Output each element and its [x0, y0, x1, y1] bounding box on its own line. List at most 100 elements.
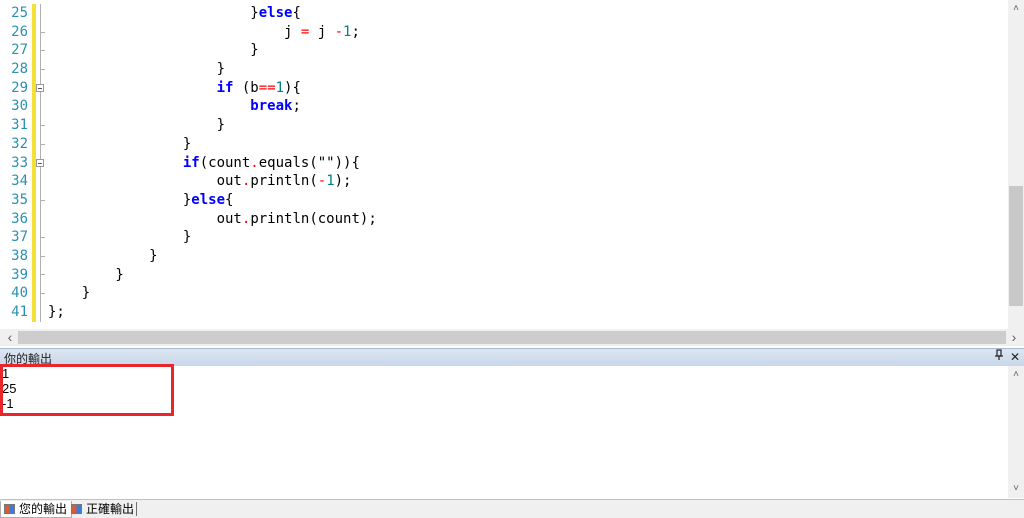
code-line: }: [48, 266, 1008, 285]
code-line: out.println(count);: [48, 210, 1008, 229]
code-line: break;: [48, 97, 1008, 116]
code-line: }: [48, 247, 1008, 266]
tab-correct-output[interactable]: 正確輸出: [68, 501, 138, 517]
line-number: 38: [11, 247, 28, 264]
code-token: break: [250, 98, 293, 115]
code-token: if: [182, 154, 200, 171]
editor-horizontal-scrollbar[interactable]: ‹ ›: [0, 329, 1024, 346]
editor-vertical-scrollbar[interactable]: ˄: [1008, 0, 1024, 329]
code-token: -: [317, 173, 327, 190]
line-number: 41: [11, 304, 28, 320]
code-token: {: [292, 5, 301, 21]
code-editor[interactable]: 25 26 27 28 29 30 31 32 33 34 35 36 37 38 39 40 41 }else…: [0, 0, 1024, 346]
code-line: }: [48, 228, 1008, 247]
fold-toggle-icon[interactable]: [36, 159, 44, 167]
scroll-down-icon[interactable]: ˅: [1008, 482, 1024, 496]
line-number: 33: [11, 154, 28, 171]
code-token: if: [216, 79, 234, 96]
code-token: (b: [233, 79, 259, 96]
code-token: }: [48, 247, 158, 264]
pin-icon[interactable]: [992, 349, 1006, 365]
code-token: .: [250, 154, 259, 171]
code-token: equals("")){: [258, 154, 360, 171]
code-token: out: [48, 210, 242, 227]
code-token: ==: [258, 79, 276, 96]
code-token: ;: [292, 98, 301, 115]
line-number: 27: [11, 42, 28, 59]
line-number: 40: [11, 285, 28, 302]
code-token: }: [48, 42, 259, 59]
output-vertical-scrollbar[interactable]: ˄ ˅: [1008, 366, 1024, 498]
code-token: (count: [199, 154, 251, 171]
line-number: 31: [11, 117, 28, 134]
line-number: 26: [11, 23, 28, 40]
output-highlight-box: [0, 364, 174, 416]
code-token: }: [48, 266, 124, 283]
code-text-area[interactable]: }else{ j = j -1; } } if (b==1){ break; }…: [48, 4, 1008, 322]
tab-separator: [136, 502, 137, 516]
line-number: 35: [11, 191, 28, 208]
code-token: {: [225, 191, 234, 208]
code-token: }: [48, 5, 259, 21]
line-number: 37: [11, 229, 28, 246]
line-number: 36: [11, 210, 28, 227]
line-number: 30: [11, 98, 28, 115]
scroll-right-icon[interactable]: ›: [1006, 330, 1022, 344]
tab-label: 正確輸出: [86, 502, 135, 516]
line-number-gutter: 25 26 27 28 29 30 31 32 33 34 35 36 37 38 39 40 41: [0, 4, 30, 322]
fold-toggle-icon[interactable]: [36, 84, 44, 92]
line-number: 25: [11, 5, 28, 21]
code-token: println(: [250, 173, 318, 190]
code-line: }: [48, 41, 1008, 60]
line-number: 39: [11, 266, 28, 283]
code-token: ;: [351, 23, 360, 40]
tab-your-output[interactable]: 您的輸出: [0, 501, 73, 518]
code-token: }: [48, 229, 192, 246]
code-token: }: [48, 61, 226, 78]
code-token: ){: [284, 79, 301, 96]
code-token: );: [334, 173, 352, 190]
close-icon[interactable]: ✕: [1008, 349, 1022, 365]
line-number: 29: [11, 79, 28, 96]
code-line: }: [48, 135, 1008, 154]
code-token: }: [48, 285, 91, 302]
tab-label: 您的輸出: [19, 502, 68, 516]
code-line: };: [48, 303, 1008, 322]
scroll-thumb[interactable]: [1009, 186, 1023, 306]
output-window-icon: [4, 504, 15, 514]
code-token: -: [334, 23, 344, 40]
output-tab-bar: 您的輸出 正確輸出: [0, 499, 1024, 518]
code-token: else: [258, 5, 293, 21]
fold-margin: [36, 4, 48, 322]
line-number: 28: [11, 61, 28, 78]
code-token: };: [48, 304, 65, 320]
code-token: j: [48, 23, 301, 40]
code-line: }: [48, 116, 1008, 135]
code-line: j = j -1;: [48, 23, 1008, 42]
scroll-left-icon[interactable]: ‹: [2, 330, 18, 344]
scroll-up-icon[interactable]: ˄: [1008, 368, 1024, 382]
code-token: }: [48, 135, 192, 152]
scroll-up-icon[interactable]: ˄: [1008, 2, 1024, 16]
line-number: 34: [11, 173, 28, 190]
code-token: out: [48, 173, 242, 190]
code-token: }: [48, 117, 226, 134]
code-line: }: [48, 284, 1008, 303]
code-line: }else{: [48, 191, 1008, 210]
code-line: if (b==1){: [48, 79, 1008, 98]
output-window-icon: [71, 504, 82, 514]
code-line: out.println(-1);: [48, 172, 1008, 191]
code-token: j: [309, 23, 335, 40]
code-token: 1: [275, 79, 285, 96]
code-line: }else{: [48, 4, 1008, 23]
code-line: }: [48, 60, 1008, 79]
scroll-thumb[interactable]: [18, 331, 1006, 344]
code-line: if(count.equals("")){: [48, 154, 1008, 173]
code-token: }: [48, 191, 192, 208]
line-number: 32: [11, 135, 28, 152]
code-token: println(count);: [250, 210, 377, 227]
code-token: 1: [326, 173, 335, 190]
